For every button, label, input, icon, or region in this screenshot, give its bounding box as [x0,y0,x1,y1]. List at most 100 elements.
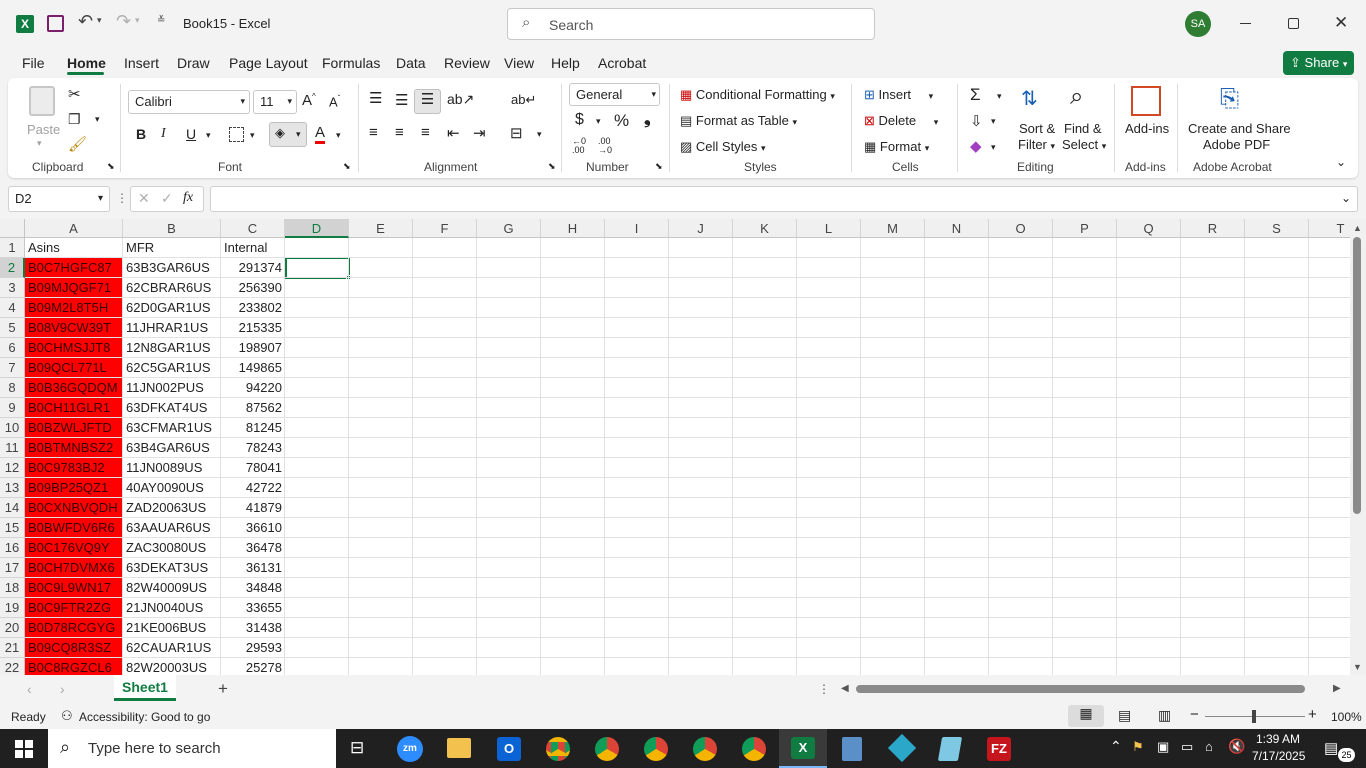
font-name-select[interactable]: Calibri ▾ [128,90,250,114]
zoom-level[interactable]: 100% [1331,710,1362,724]
mfr-cell[interactable]: 21JN0040US [123,598,221,618]
borders-dropdown-icon[interactable]: ▾ [250,130,255,141]
column-header-o[interactable]: O [989,219,1053,238]
tab-help[interactable]: Help [551,55,580,71]
copy-icon[interactable]: ❐ [68,111,81,128]
underline-dropdown-icon[interactable]: ▾ [206,130,211,141]
mfr-cell[interactable]: 62CBRAR6US [123,278,221,298]
format-painter-icon[interactable]: 🖌 [68,135,87,153]
show-hidden-icons[interactable]: ⌃ [1110,738,1122,755]
fill-color-button[interactable]: ◈ ▾ [269,122,307,147]
header-cell[interactable]: MFR [123,238,221,258]
row-header-21[interactable]: 21 [0,638,25,658]
header-cell[interactable]: Internal [221,238,285,258]
sort-filter-label[interactable]: Sort & [1019,121,1055,136]
row-header-19[interactable]: 19 [0,598,25,618]
row-header-13[interactable]: 13 [0,478,25,498]
wrap-text-icon[interactable]: ab↵ [511,92,536,108]
mfr-cell[interactable]: 62D0GAR1US [123,298,221,318]
insert-cells-button[interactable]: ⊞ Insert ▾ [864,87,933,103]
cut-icon[interactable]: ✂ [68,85,81,103]
share-button[interactable]: ⇪ Share ▾ [1283,51,1354,75]
page-layout-view-icon[interactable]: ▤ [1118,707,1131,724]
clear-icon[interactable]: ◆ [970,137,982,155]
decrease-indent-icon[interactable]: ⇤ [447,124,460,142]
clear-dropdown-icon[interactable]: ▾ [991,142,996,153]
insert-function-icon[interactable]: fx [183,190,193,206]
mfr-cell[interactable]: 63CFMAR1US [123,418,221,438]
redo-icon[interactable]: ↷ [116,11,131,32]
adobe-pdf-icon[interactable]: ⎘ [1220,85,1239,113]
decrease-font-icon[interactable]: Aˇ [329,94,340,109]
undo-dropdown-icon[interactable]: ▾ [97,15,102,26]
notepad-icon[interactable] [937,737,963,761]
asin-cell[interactable]: B0C7HGFC87 [25,258,122,278]
row-header-2[interactable]: 2 [0,258,25,278]
increase-decimal-icon[interactable]: ←0.00 [572,137,586,155]
borders-icon[interactable] [229,127,244,142]
middle-align-icon[interactable]: ☰ [395,91,408,109]
notification-icon[interactable]: ▤ [1324,739,1338,757]
decrease-decimal-icon[interactable]: .00 →0 [598,137,612,155]
cancel-icon[interactable]: ✕ [138,190,150,207]
internal-cell[interactable]: 78041 [221,458,285,478]
align-left-icon[interactable]: ≡ [369,124,378,141]
tab-data[interactable]: Data [396,55,426,71]
asin-cell[interactable]: B0C176VQ9Y [25,538,122,558]
mfr-cell[interactable]: 11JHRAR1US [123,318,221,338]
zoom-slider-thumb[interactable] [1252,710,1256,723]
column-header-g[interactable]: G [477,219,541,238]
row-header-20[interactable]: 20 [0,618,25,638]
row-header-17[interactable]: 17 [0,558,25,578]
asin-cell[interactable]: B0C9FTR2ZG [25,598,122,618]
mfr-cell[interactable]: 12N8GAR1US [123,338,221,358]
column-header-f[interactable]: F [413,219,477,238]
row-header-16[interactable]: 16 [0,538,25,558]
volume-icon[interactable]: 🔇 [1228,738,1245,755]
mfr-cell[interactable]: 63AAUAR6US [123,518,221,538]
top-align-icon[interactable]: ☰ [369,89,382,107]
number-launcher-icon[interactable]: ⬊ [655,161,663,172]
column-header-i[interactable]: I [605,219,669,238]
tray-screen-icon[interactable]: ▣ [1157,739,1169,755]
internal-cell[interactable]: 33655 [221,598,285,618]
column-header-d[interactable]: D [285,219,349,238]
row-header-1[interactable]: 1 [0,238,25,258]
fill-icon[interactable]: ⇩ [970,112,983,130]
select-all-corner[interactable] [0,219,25,238]
internal-cell[interactable]: 81245 [221,418,285,438]
column-header-t[interactable]: T [1309,219,1350,238]
row-header-18[interactable]: 18 [0,578,25,598]
format-as-table-button[interactable]: ▤ Format as Table ▾ [680,113,797,129]
asin-cell[interactable]: B0B36GQDQM [25,378,122,398]
row-header-22[interactable]: 22 [0,658,25,675]
avatar[interactable]: SA [1185,11,1211,37]
prev-sheet-icon[interactable]: ‹ [27,681,32,697]
mfr-cell[interactable]: 11JN0089US [123,458,221,478]
column-header-m[interactable]: M [861,219,925,238]
sort-filter-icon[interactable]: ⇅ [1021,86,1038,111]
column-header-e[interactable]: E [349,219,413,238]
header-cell[interactable]: Asins [25,238,123,258]
excel-taskbar-button[interactable]: X [779,729,827,768]
orientation-icon[interactable]: ab↗ [447,91,474,108]
enter-icon[interactable]: ✓ [161,190,173,207]
page-break-view-icon[interactable]: ▥ [1158,707,1171,724]
tab-review[interactable]: Review [444,55,490,71]
increase-font-icon[interactable]: A^ [302,92,316,109]
clock-time[interactable]: 1:39 AM [1256,732,1300,746]
vertical-scroll-thumb[interactable] [1353,237,1361,514]
zoom-app-icon[interactable]: zm [397,736,423,762]
addins-icon[interactable] [1131,86,1161,116]
column-header-s[interactable]: S [1245,219,1309,238]
internal-cell[interactable]: 78243 [221,438,285,458]
undo-icon[interactable]: ↶ [78,11,93,32]
paste-dropdown-icon[interactable]: ▾ [37,138,42,149]
row-header-15[interactable]: 15 [0,518,25,538]
delete-cells-button[interactable]: ⊠ Delete ▾ [864,113,938,129]
row-header-7[interactable]: 7 [0,358,25,378]
battery-icon[interactable]: ▭ [1181,739,1193,755]
asin-cell[interactable]: B0BWFDV6R6 [25,518,122,538]
internal-cell[interactable]: 29593 [221,638,285,658]
tab-formulas[interactable]: Formulas [322,55,380,71]
